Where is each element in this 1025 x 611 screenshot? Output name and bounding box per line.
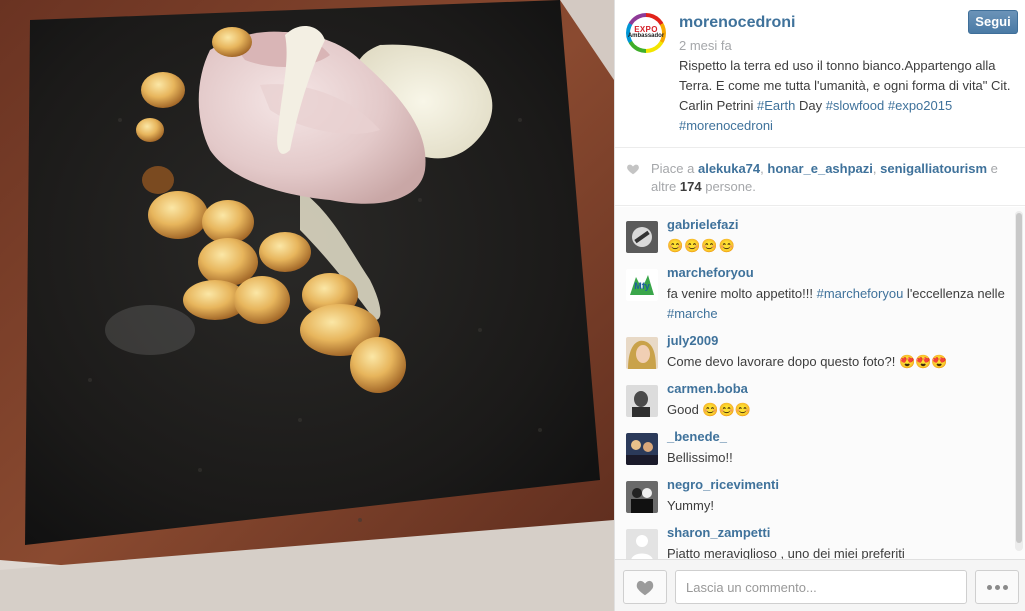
comment-username[interactable]: negro_ricevimenti [667, 477, 779, 492]
heart-icon [627, 164, 639, 175]
dot-icon [986, 584, 992, 590]
avatar-logo: EXPO Ambassador [627, 17, 665, 49]
comment-input[interactable] [675, 570, 967, 604]
avatar[interactable] [626, 385, 658, 417]
comment-username[interactable]: _benede_ [667, 429, 727, 444]
hashtag-marcheforyou[interactable]: #marcheforyou [817, 286, 904, 301]
hashtag-morenocedroni[interactable]: #morenocedroni [679, 118, 773, 133]
post-username[interactable]: morenocedroni [679, 14, 795, 32]
comments-list[interactable]: gabrielefazi 😊😊😊😊 Mfy marcheforyou fa ve… [615, 207, 1025, 559]
more-options-button[interactable] [975, 570, 1019, 604]
avatar[interactable] [626, 529, 658, 559]
dot-icon [994, 584, 1000, 590]
post-timestamp[interactable]: 2 mesi fa [679, 38, 732, 53]
post-header: EXPO Ambassador morenocedroni 2 mesi fa … [615, 0, 1025, 148]
avatar[interactable]: EXPO Ambassador [626, 13, 666, 53]
hashtag-earth[interactable]: #Earth [757, 98, 795, 113]
comment-text: Piatto meraviglioso , uno dei miei prefe… [667, 546, 905, 559]
user-photo [626, 433, 658, 465]
avatar-brand: EXPO [634, 25, 658, 34]
dot-icon [1002, 584, 1008, 590]
post-caption: Rispetto la terra ed uso il tonno bianco… [679, 56, 1014, 136]
like-user[interactable]: honar_e_ashpazi [767, 161, 873, 176]
heart-icon [636, 580, 654, 596]
avatar[interactable] [626, 433, 658, 465]
user-photo [626, 337, 658, 369]
likes-text: Piace a alekuka74, honar_e_ashpazi, seni… [651, 160, 1016, 196]
comment-text: 😊😊😊😊 [667, 238, 736, 253]
hashtag-marche[interactable]: #marche [667, 306, 718, 321]
comment-username[interactable]: gabrielefazi [667, 217, 739, 232]
comment-username[interactable]: marcheforyou [667, 265, 754, 280]
comment-text: Good 😊😊😊 [667, 402, 751, 417]
user-photo [626, 385, 658, 417]
like-user[interactable]: senigalliatourism [880, 161, 987, 176]
user-photo [626, 481, 658, 513]
comment-username[interactable]: july2009 [667, 333, 718, 348]
default-avatar-icon [626, 529, 658, 559]
comment-username[interactable]: carmen.boba [667, 381, 748, 396]
comment-text: Yummy! [667, 498, 714, 513]
svg-text:Mfy: Mfy [634, 281, 650, 291]
avatar[interactable]: Mfy [626, 269, 658, 301]
comment-footer [615, 559, 1025, 611]
comments-scrollbar[interactable] [1015, 211, 1023, 551]
avatar[interactable] [626, 337, 658, 369]
comment-text: Bellissimo!! [667, 450, 733, 465]
likes-count[interactable]: 174 [680, 179, 702, 194]
post-detail-panel: EXPO Ambassador morenocedroni 2 mesi fa … [614, 0, 1025, 611]
user-photo: Mfy [626, 269, 658, 301]
food-plate-image [0, 0, 614, 611]
comment-text: Come devo lavorare dopo questo foto?! 😍😍… [667, 354, 948, 369]
scrollbar-thumb[interactable] [1016, 213, 1022, 543]
user-photo [626, 221, 658, 253]
follow-button[interactable]: Segui [968, 10, 1018, 34]
comment-username[interactable]: sharon_zampetti [667, 525, 770, 540]
comment-text-part: fa venire molto appetito!!! [667, 286, 817, 301]
avatar[interactable] [626, 481, 658, 513]
likes-section: Piace a alekuka74, honar_e_ashpazi, seni… [615, 148, 1025, 206]
comment-text: fa venire molto appetito!!! #marcheforyo… [667, 284, 1005, 324]
hashtag-expo2015[interactable]: #expo2015 [888, 98, 952, 113]
like-user[interactable]: alekuka74 [698, 161, 760, 176]
like-button[interactable] [623, 570, 667, 604]
avatar[interactable] [626, 221, 658, 253]
comment-text-part: l'eccellenza nelle [903, 286, 1005, 301]
caption-text: Day [795, 98, 826, 113]
post-photo[interactable] [0, 0, 614, 611]
likes-prefix: Piace a [651, 161, 698, 176]
avatar-label: Ambassador [627, 33, 665, 39]
likes-suffix: persone. [701, 179, 756, 194]
hashtag-slowfood[interactable]: #slowfood [826, 98, 885, 113]
